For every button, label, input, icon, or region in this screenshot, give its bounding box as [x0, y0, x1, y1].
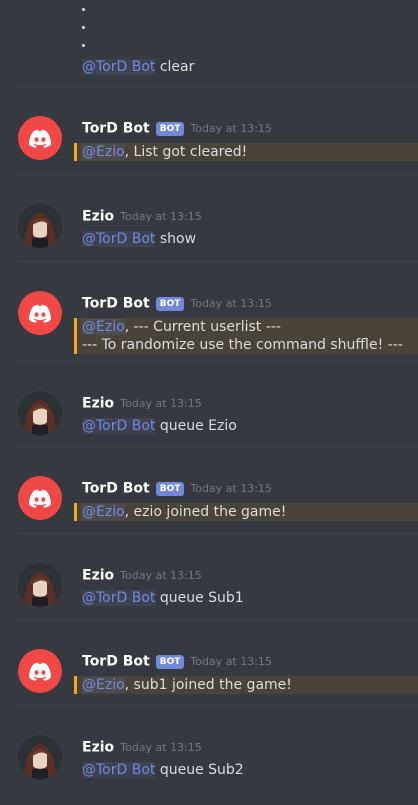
message-text: show: [155, 231, 197, 247]
discord-logo-icon: [29, 129, 51, 148]
message-header: TorD Bot BOT Today at 13:15: [82, 293, 272, 313]
mention[interactable]: @TorD Bot: [82, 762, 156, 778]
message-header: Ezio Today at 13:15: [82, 206, 202, 226]
message-text: , sub1 joined the game!: [124, 677, 292, 693]
mention-highlight: @Ezio, List got cleared!: [74, 143, 418, 161]
user-avatar-icon: [18, 204, 62, 248]
avatar[interactable]: [18, 116, 62, 160]
discord-logo-icon: [29, 662, 51, 681]
username[interactable]: TorD Bot: [82, 296, 150, 312]
avatar[interactable]: [18, 735, 62, 779]
username[interactable]: Ezio: [82, 396, 114, 412]
dot: [82, 8, 85, 11]
message-divider: [18, 261, 418, 262]
message-content: @TorD Bot queue Ezio: [82, 416, 237, 436]
avatar[interactable]: [18, 563, 62, 607]
message-header: TorD Bot BOT Today at 13:15: [82, 478, 272, 498]
mention[interactable]: @Ezio: [82, 677, 125, 693]
message-content: @TorD Bot clear: [82, 57, 194, 77]
message-content: @Ezio, List got cleared!: [82, 142, 247, 162]
avatar[interactable]: [18, 291, 62, 335]
message-divider: [18, 86, 418, 87]
message-text: --- To randomize use the command shuffle…: [82, 337, 403, 353]
message-header: TorD Bot BOT Today at 13:15: [82, 651, 272, 671]
message-text: , ezio joined the game!: [124, 504, 287, 520]
bot-badge: BOT: [155, 121, 185, 136]
timestamp: Today at 13:15: [120, 569, 202, 582]
timestamp: Today at 13:15: [120, 210, 202, 223]
mention[interactable]: @TorD Bot: [82, 59, 156, 75]
message-content: @Ezio, ezio joined the game!: [82, 502, 286, 522]
message-divider: [18, 361, 418, 362]
discord-logo-icon: [29, 304, 51, 323]
message-header: Ezio Today at 13:15: [82, 565, 202, 585]
mention[interactable]: @TorD Bot: [82, 418, 156, 434]
message-header: Ezio Today at 13:15: [82, 737, 202, 757]
mention[interactable]: @Ezio: [82, 319, 125, 335]
timestamp: Today at 13:15: [120, 397, 202, 410]
message-divider: [18, 533, 418, 534]
timestamp: Today at 13:15: [190, 297, 272, 310]
message-text: queue Sub2: [155, 762, 244, 778]
bot-badge: BOT: [155, 296, 185, 311]
message-text: queue Ezio: [155, 418, 237, 434]
mention[interactable]: @TorD Bot: [82, 590, 156, 606]
message-divider: [18, 705, 418, 706]
mention-highlight: @Ezio, --- Current userlist --- --- To ra…: [74, 318, 418, 354]
username[interactable]: TorD Bot: [82, 654, 150, 670]
message-text: clear: [155, 59, 195, 75]
message-content: @Ezio, --- Current userlist ---: [82, 317, 281, 337]
discord-logo-icon: [29, 489, 51, 508]
message-header: TorD Bot BOT Today at 13:15: [82, 118, 272, 138]
avatar[interactable]: [18, 649, 62, 693]
mention[interactable]: @TorD Bot: [82, 231, 156, 247]
message-content: @TorD Bot queue Sub2: [82, 760, 244, 780]
timestamp: Today at 13:15: [120, 741, 202, 754]
username[interactable]: Ezio: [82, 568, 114, 584]
timestamp: Today at 13:15: [190, 122, 272, 135]
message-content: @TorD Bot queue Sub1: [82, 588, 244, 608]
user-avatar-icon: [18, 563, 62, 607]
message-content: @Ezio, sub1 joined the game!: [82, 675, 292, 695]
avatar[interactable]: [18, 204, 62, 248]
mention[interactable]: @Ezio: [82, 504, 125, 520]
user-avatar-icon: [18, 391, 62, 435]
username[interactable]: Ezio: [82, 740, 114, 756]
message-text: , List got cleared!: [124, 144, 248, 160]
mention[interactable]: @Ezio: [82, 144, 125, 160]
message-divider: [18, 174, 418, 175]
dot: [82, 44, 85, 47]
message-header: Ezio Today at 13:15: [82, 393, 202, 413]
avatar[interactable]: [18, 391, 62, 435]
timestamp: Today at 13:15: [190, 655, 272, 668]
username[interactable]: TorD Bot: [82, 121, 150, 137]
mention-highlight: @Ezio, sub1 joined the game!: [74, 676, 418, 694]
message-content: --- To randomize use the command shuffle…: [82, 335, 403, 355]
message-divider: [18, 619, 418, 620]
user-avatar-icon: [18, 735, 62, 779]
dot: [82, 26, 85, 29]
username[interactable]: Ezio: [82, 209, 114, 225]
timestamp: Today at 13:15: [190, 482, 272, 495]
mention-highlight: @Ezio, ezio joined the game!: [74, 503, 418, 521]
message-text: , --- Current userlist ---: [124, 319, 281, 335]
avatar[interactable]: [18, 476, 62, 520]
username[interactable]: TorD Bot: [82, 481, 150, 497]
bot-badge: BOT: [155, 481, 185, 496]
bot-badge: BOT: [155, 654, 185, 669]
message-divider: [18, 446, 418, 447]
message-text: queue Sub1: [155, 590, 244, 606]
message-content: @TorD Bot show: [82, 229, 196, 249]
